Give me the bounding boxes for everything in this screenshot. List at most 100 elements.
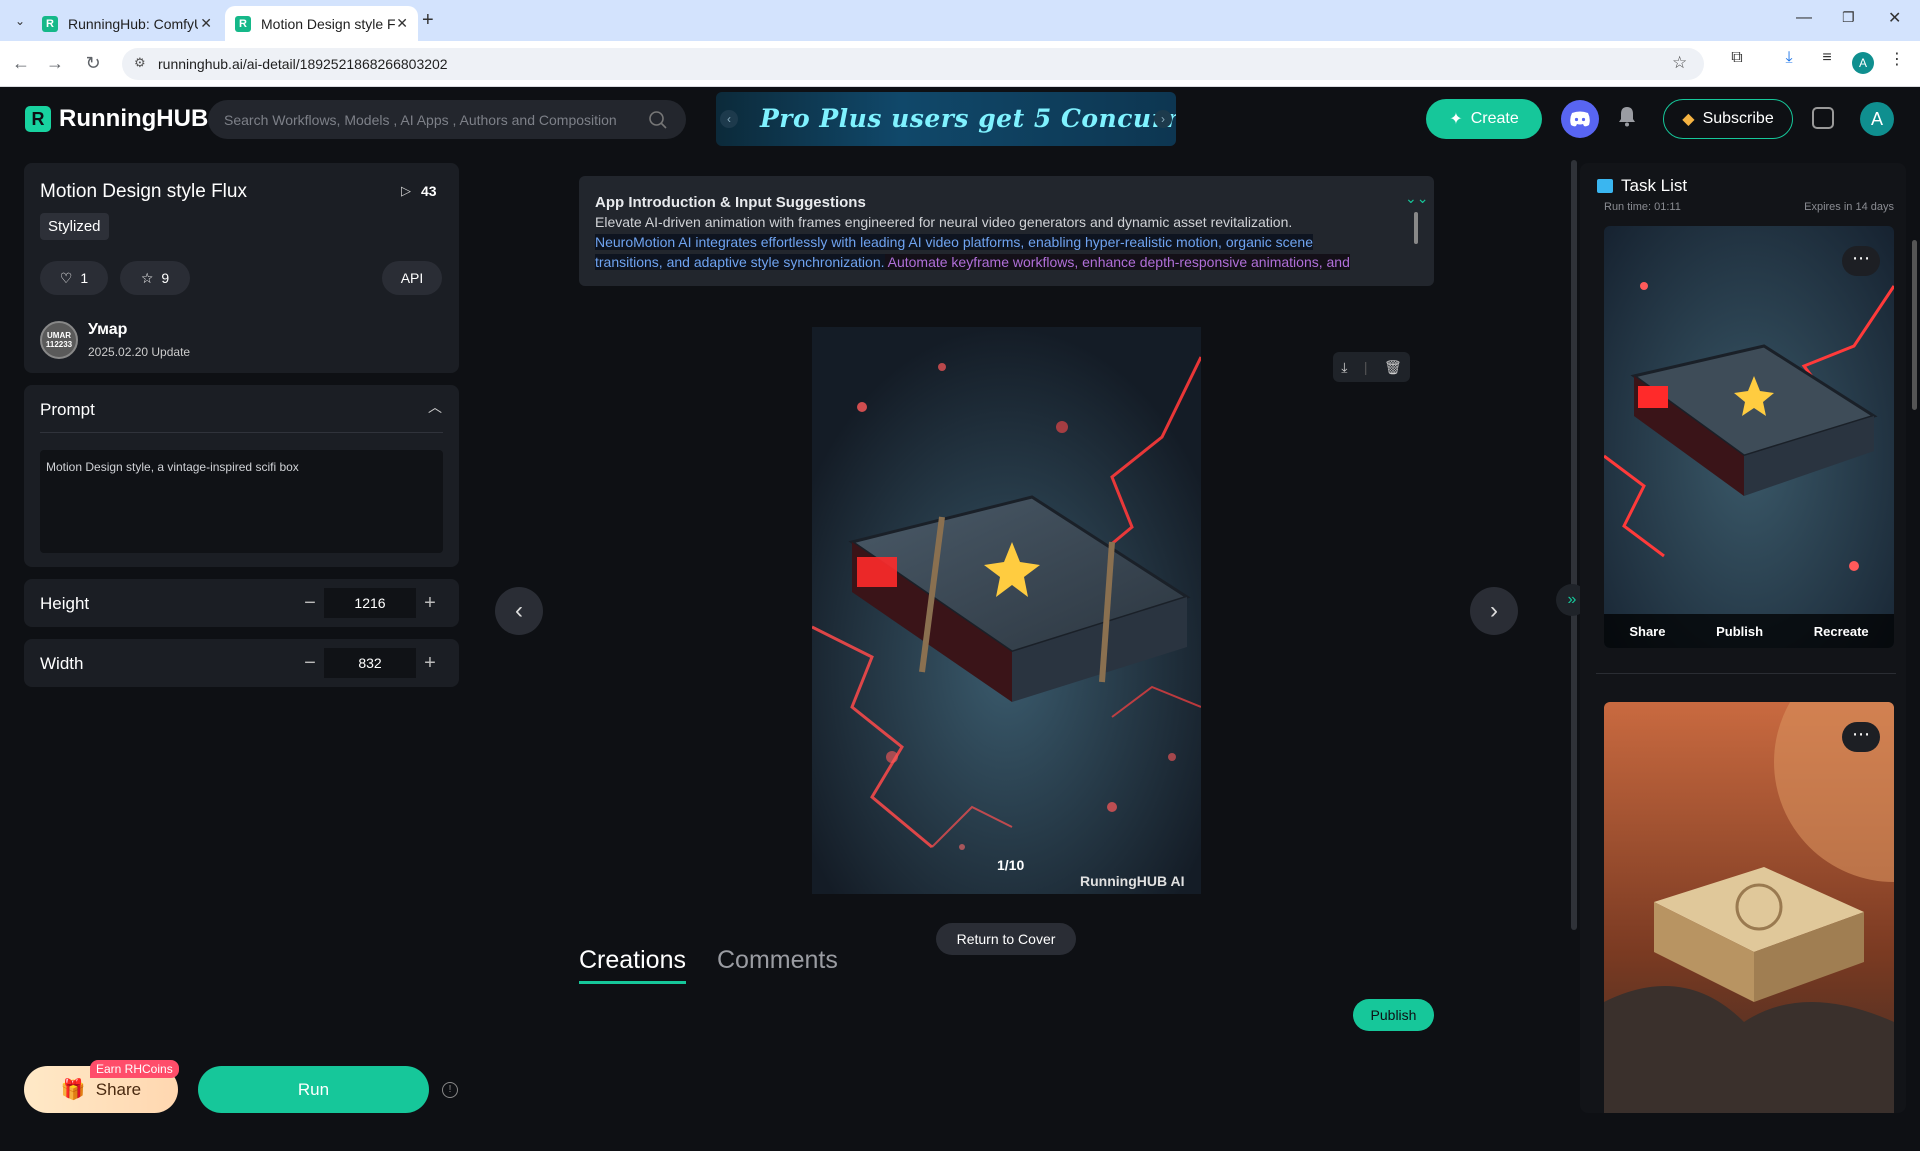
subscribe-label: Subscribe: [1702, 110, 1774, 127]
info-icon[interactable]: !: [442, 1082, 458, 1098]
close-tab-icon[interactable]: ✕: [396, 15, 408, 32]
plus-icon[interactable]: +: [416, 592, 444, 615]
width-param: Width − 832 +: [24, 639, 459, 687]
search-icon[interactable]: [648, 110, 668, 130]
app-title: Motion Design style Flux: [40, 181, 247, 202]
task-list-panel: Task List Run time: 01:11 Expires in 14 …: [1580, 163, 1906, 1113]
site-search[interactable]: [208, 100, 686, 139]
intro-text: transitions, and adaptive style synchron…: [595, 254, 885, 270]
user-avatar[interactable]: A: [1860, 102, 1894, 136]
tab-title: Motion Design style Flux - Runn: [261, 15, 396, 32]
site-logo[interactable]: R RunningHUB: [25, 105, 208, 133]
task-thumbnail[interactable]: ⋯ Share Publish Recreate: [1604, 226, 1894, 648]
download-icon[interactable]: ⤓: [1341, 359, 1347, 376]
promo-banner[interactable]: ‹ Pro Plus users get 5 Concurrent Tasks …: [716, 92, 1176, 146]
site-info-icon[interactable]: ⚙: [134, 55, 146, 71]
task-actions: Share Publish Recreate: [1604, 614, 1894, 648]
reload-icon[interactable]: ↻: [82, 53, 104, 74]
search-input[interactable]: [224, 100, 644, 139]
publish-button[interactable]: Publish: [1353, 999, 1434, 1031]
subscribe-button[interactable]: ◆ Subscribe: [1663, 99, 1793, 139]
run-count-value: 43: [421, 183, 437, 199]
diamond-icon: ◆: [1682, 111, 1695, 128]
intro-scrollbar[interactable]: [1414, 212, 1418, 244]
panel-scrollbar[interactable]: [1912, 240, 1917, 410]
like-button[interactable]: ♡ 1: [40, 261, 108, 295]
width-stepper[interactable]: − 832 +: [296, 648, 444, 678]
share-action[interactable]: Share: [1629, 624, 1665, 639]
tab-title: RunningHub: ComfyUI Cloud, C: [68, 15, 198, 32]
more-options-icon[interactable]: ⋯: [1842, 246, 1880, 276]
media-control-icon[interactable]: ≡: [1812, 49, 1842, 67]
more-options-icon[interactable]: ⋯: [1842, 722, 1880, 752]
browser-tab-motion-design[interactable]: R Motion Design style Flux - Runn ✕: [225, 6, 418, 41]
collapse-chevron-icon[interactable]: ︿: [428, 397, 442, 417]
prompt-heading: Prompt: [40, 400, 95, 419]
author-avatar[interactable]: UMAR 112233: [40, 321, 78, 359]
height-stepper[interactable]: − 1216 +: [296, 588, 444, 618]
prompt-card: Prompt ︿ Motion Design style, a vintage-…: [24, 385, 459, 567]
intro-text: Automate keyframe workflows, enhance dep…: [884, 254, 1350, 270]
author-name[interactable]: Умар: [88, 321, 127, 339]
minus-icon[interactable]: −: [296, 652, 324, 675]
publish-action[interactable]: Publish: [1716, 624, 1763, 639]
back-icon[interactable]: ←: [10, 53, 32, 74]
discord-button[interactable]: [1561, 100, 1599, 138]
notification-bell-icon[interactable]: [1617, 105, 1637, 133]
browser-tab-bar: ⌄ R RunningHub: ComfyUI Cloud, C ✕ R Mot…: [0, 0, 1920, 41]
recreate-action[interactable]: Recreate: [1814, 624, 1869, 639]
tab-creations[interactable]: Creations: [579, 946, 686, 984]
height-label: Height: [40, 594, 90, 613]
banner-prev-icon[interactable]: ‹: [720, 110, 738, 128]
return-to-cover-button[interactable]: Return to Cover: [936, 923, 1076, 955]
restore-icon[interactable]: ❐: [1842, 9, 1855, 26]
panel-divider[interactable]: [1571, 160, 1577, 930]
minus-icon[interactable]: −: [296, 592, 324, 615]
logo-text: RunningHUB: [59, 105, 209, 132]
address-bar: ← → ↻ ⚙ runninghub.ai/ai-detail/18925218…: [0, 41, 1920, 87]
api-button[interactable]: API: [382, 261, 442, 295]
earn-badge: Earn RHCoins: [90, 1060, 179, 1078]
expand-chevron-icon[interactable]: ⌄⌄: [1405, 190, 1428, 207]
next-image-button[interactable]: ›: [1470, 587, 1518, 635]
divider: |: [1363, 359, 1368, 375]
intro-line: NeuroMotion AI integrates effortlessly w…: [595, 234, 1314, 250]
prompt-input[interactable]: Motion Design style, a vintage-inspired …: [40, 450, 443, 553]
url-text[interactable]: runninghub.ai/ai-detail/1892521868266803…: [158, 56, 448, 72]
width-value[interactable]: 832: [324, 648, 416, 678]
close-window-icon[interactable]: ✕: [1888, 8, 1901, 28]
favorite-button[interactable]: ☆ 9: [120, 261, 190, 295]
magic-wand-icon: ✦: [1449, 111, 1463, 128]
play-icon: ▷: [401, 183, 411, 198]
close-tab-icon[interactable]: ✕: [200, 15, 212, 32]
forward-icon[interactable]: →: [44, 53, 66, 74]
height-value[interactable]: 1216: [324, 588, 416, 618]
download-icon[interactable]: ⤓: [1774, 49, 1804, 67]
star-count: 9: [161, 270, 170, 286]
divider: [1596, 673, 1896, 674]
tab-search-icon[interactable]: ⌄: [8, 9, 32, 33]
profile-avatar[interactable]: A: [1852, 52, 1874, 74]
browser-tab-runninghub[interactable]: R RunningHub: ComfyUI Cloud, C ✕: [32, 6, 222, 41]
minimize-icon[interactable]: —: [1796, 9, 1812, 27]
banner-next-icon[interactable]: ›: [1154, 110, 1172, 128]
discord-icon: [1570, 111, 1590, 127]
omnibox[interactable]: ⚙ runninghub.ai/ai-detail/18925218682668…: [122, 48, 1704, 80]
plus-icon[interactable]: +: [416, 652, 444, 675]
run-button[interactable]: Run: [198, 1066, 429, 1113]
generated-image[interactable]: 1/10 RunningHUB AI: [812, 327, 1201, 894]
trash-icon[interactable]: 🗑: [1384, 359, 1402, 376]
run-count: ▷ 43: [401, 183, 437, 199]
create-button[interactable]: ✦ Create: [1426, 99, 1542, 139]
tab-comments[interactable]: Comments: [717, 946, 838, 975]
extensions-icon[interactable]: ⧉: [1722, 49, 1752, 67]
browser-menu-icon[interactable]: ⋮: [1882, 49, 1912, 69]
scifi-box-illustration: [812, 327, 1201, 894]
task-thumbnail[interactable]: ⋯: [1604, 702, 1894, 1113]
new-tab-icon[interactable]: +: [422, 9, 434, 32]
bookmark-star-icon[interactable]: ☆: [1672, 53, 1687, 73]
app-info-card: Motion Design style Flux ▷ 43 Stylized ♡…: [24, 163, 459, 373]
language-icon[interactable]: [1812, 107, 1834, 129]
style-tag[interactable]: Stylized: [40, 213, 109, 240]
previous-image-button[interactable]: ‹: [495, 587, 543, 635]
